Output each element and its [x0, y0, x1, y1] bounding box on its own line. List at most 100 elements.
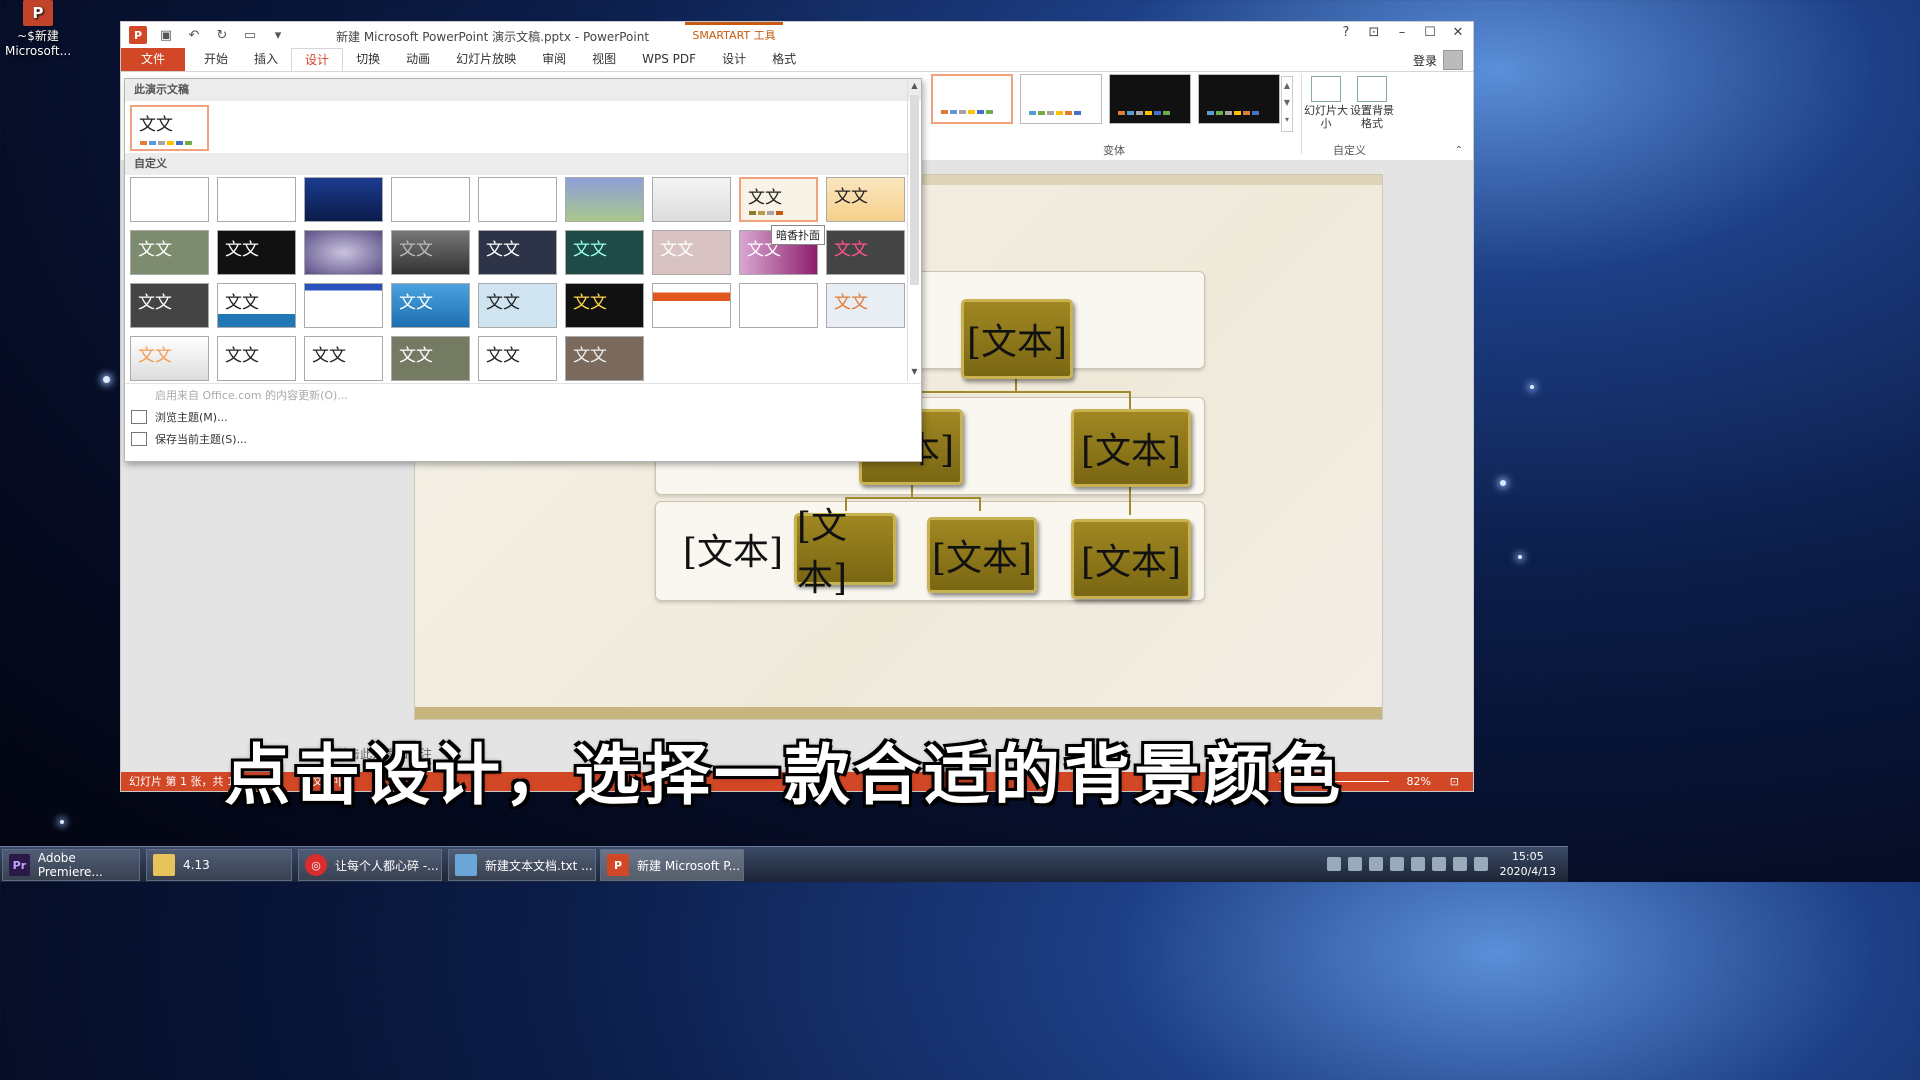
collapse-ribbon-icon[interactable]: ⌃: [1455, 145, 1463, 156]
theme-thumb[interactable]: 文文: [217, 230, 296, 275]
start-slideshow-icon[interactable]: ▭: [241, 26, 259, 44]
variant-thumb[interactable]: [1198, 74, 1280, 124]
tab-design[interactable]: 设计: [291, 48, 344, 71]
music-tray-icon[interactable]: [1390, 857, 1404, 871]
network-icon[interactable]: [1348, 857, 1362, 871]
browse-themes-item[interactable]: 浏览主题(M)...: [125, 406, 921, 428]
star: [60, 820, 64, 824]
gallery-scrollbar[interactable]: ▲ ▼: [907, 81, 920, 381]
powerpoint-file-icon: P: [23, 0, 53, 26]
theme-thumb[interactable]: [217, 177, 296, 222]
taskbar-item[interactable]: ◎ 让每个人都心碎 -...: [298, 849, 442, 881]
desktop-ppt-file[interactable]: P ~$新建 Microsoft...: [4, 0, 72, 59]
tab-smartart-design[interactable]: 设计: [709, 48, 759, 71]
theme-thumb[interactable]: 文文: [391, 336, 470, 381]
tab-review[interactable]: 审阅: [529, 48, 579, 71]
tab-view[interactable]: 视图: [579, 48, 629, 71]
theme-thumb[interactable]: 文文: [478, 230, 557, 275]
redo-icon[interactable]: ↻: [213, 26, 231, 44]
taskbar-item[interactable]: 4.13: [146, 849, 292, 881]
theme-thumb[interactable]: [478, 177, 557, 222]
theme-thumb[interactable]: 文文: [826, 230, 905, 275]
maximize-icon[interactable]: ☐: [1423, 25, 1437, 40]
theme-thumb[interactable]: [652, 283, 731, 328]
smartart-node[interactable]: [文本]: [1071, 519, 1191, 599]
current-theme-thumb[interactable]: 文文: [130, 105, 209, 151]
theme-thumb[interactable]: [652, 177, 731, 222]
smartart-node[interactable]: [文本]: [961, 299, 1073, 379]
keyboard-icon[interactable]: [1327, 857, 1341, 871]
taskbar-item-active[interactable]: P 新建 Microsoft P...: [600, 849, 744, 881]
variant-thumb[interactable]: [931, 74, 1013, 124]
smartart-node[interactable]: [文本]: [927, 517, 1037, 593]
smartart-text[interactable]: [文本]: [683, 523, 783, 575]
variants-scroll[interactable]: ▲ ▼ ▾: [1281, 76, 1293, 132]
theme-thumb-hovered[interactable]: 文文: [739, 177, 818, 222]
ribbon-display-options-icon[interactable]: ⊡: [1367, 25, 1381, 40]
tab-smartart-format[interactable]: 格式: [759, 48, 809, 71]
tab-slideshow[interactable]: 幻灯片放映: [443, 48, 529, 71]
theme-thumb[interactable]: 文文: [478, 283, 557, 328]
variant-thumb[interactable]: [1020, 74, 1102, 124]
title-bar: P ▣ ↶ ↻ ▭ ▾ 新建 Microsoft PowerPoint 演示文稿…: [121, 22, 1473, 47]
slide-size-button[interactable]: 幻灯片大小: [1304, 76, 1348, 130]
taskbar-item[interactable]: 新建文本文档.txt ...: [448, 849, 596, 881]
theme-thumb[interactable]: 文文: [826, 177, 905, 222]
star: [1518, 555, 1522, 559]
smartart-node[interactable]: [文本]: [1071, 409, 1191, 487]
theme-thumb[interactable]: [304, 283, 383, 328]
tab-animations[interactable]: 动画: [393, 48, 443, 71]
theme-thumb[interactable]: 文文: [652, 230, 731, 275]
volume-icon[interactable]: [1432, 857, 1446, 871]
theme-thumb[interactable]: [130, 177, 209, 222]
tab-transitions[interactable]: 切换: [343, 48, 393, 71]
flag-icon[interactable]: [1453, 857, 1467, 871]
tab-file[interactable]: 文件: [121, 48, 186, 71]
theme-thumb[interactable]: 文文: [391, 230, 470, 275]
scroll-down-icon[interactable]: ▼: [908, 367, 921, 376]
variant-thumb[interactable]: [1109, 74, 1191, 124]
login-area[interactable]: 登录: [1413, 50, 1463, 70]
tab-home[interactable]: 开始: [191, 48, 241, 71]
theme-thumb[interactable]: 文文: [130, 336, 209, 381]
theme-thumb[interactable]: [739, 283, 818, 328]
theme-thumb[interactable]: 文文: [391, 283, 470, 328]
cloud-icon[interactable]: [1369, 857, 1383, 871]
theme-thumb[interactable]: [565, 177, 644, 222]
wechat-icon[interactable]: [1411, 857, 1425, 871]
theme-thumb[interactable]: 文文: [565, 230, 644, 275]
theme-thumb[interactable]: [304, 177, 383, 222]
tab-insert[interactable]: 插入: [241, 48, 291, 71]
theme-thumb[interactable]: 文文: [565, 283, 644, 328]
login-link[interactable]: 登录: [1413, 52, 1437, 69]
theme-thumb[interactable]: 文文: [130, 230, 209, 275]
scroll-thumb[interactable]: [910, 95, 919, 285]
premiere-icon: Pr: [9, 854, 30, 876]
smartart-node[interactable]: [文本]: [794, 506, 896, 599]
minimize-icon[interactable]: –: [1395, 25, 1409, 40]
taskbar-item[interactable]: Pr Adobe Premiere...: [2, 849, 140, 881]
thumb-text: 文文: [834, 187, 868, 207]
theme-thumb[interactable]: [391, 177, 470, 222]
close-icon[interactable]: ✕: [1451, 25, 1465, 40]
theme-thumb[interactable]: 文文: [565, 336, 644, 381]
help-button[interactable]: ?: [1339, 25, 1353, 40]
input-method-icon[interactable]: [1474, 857, 1488, 871]
clock[interactable]: 15:05 2020/4/13: [1500, 849, 1556, 879]
scroll-up-icon[interactable]: ▲: [908, 81, 921, 90]
save-icon[interactable]: ▣: [157, 26, 175, 44]
theme-thumb[interactable]: 文文: [130, 283, 209, 328]
thumb-text: 文文: [312, 346, 346, 366]
theme-thumb[interactable]: 文文: [304, 336, 383, 381]
theme-thumb[interactable]: [304, 230, 383, 275]
theme-thumb[interactable]: 文文: [478, 336, 557, 381]
theme-thumb[interactable]: 文文: [217, 336, 296, 381]
theme-thumb[interactable]: 文文: [826, 283, 905, 328]
theme-thumb[interactable]: 文文: [217, 283, 296, 328]
user-avatar-icon[interactable]: [1443, 50, 1463, 70]
undo-icon[interactable]: ↶: [185, 26, 203, 44]
tab-wps-pdf[interactable]: WPS PDF: [629, 48, 709, 71]
save-theme-item[interactable]: 保存当前主题(S)...: [125, 428, 921, 450]
format-background-button[interactable]: 设置背景格式: [1347, 76, 1397, 130]
customize-qat-icon[interactable]: ▾: [269, 26, 287, 44]
